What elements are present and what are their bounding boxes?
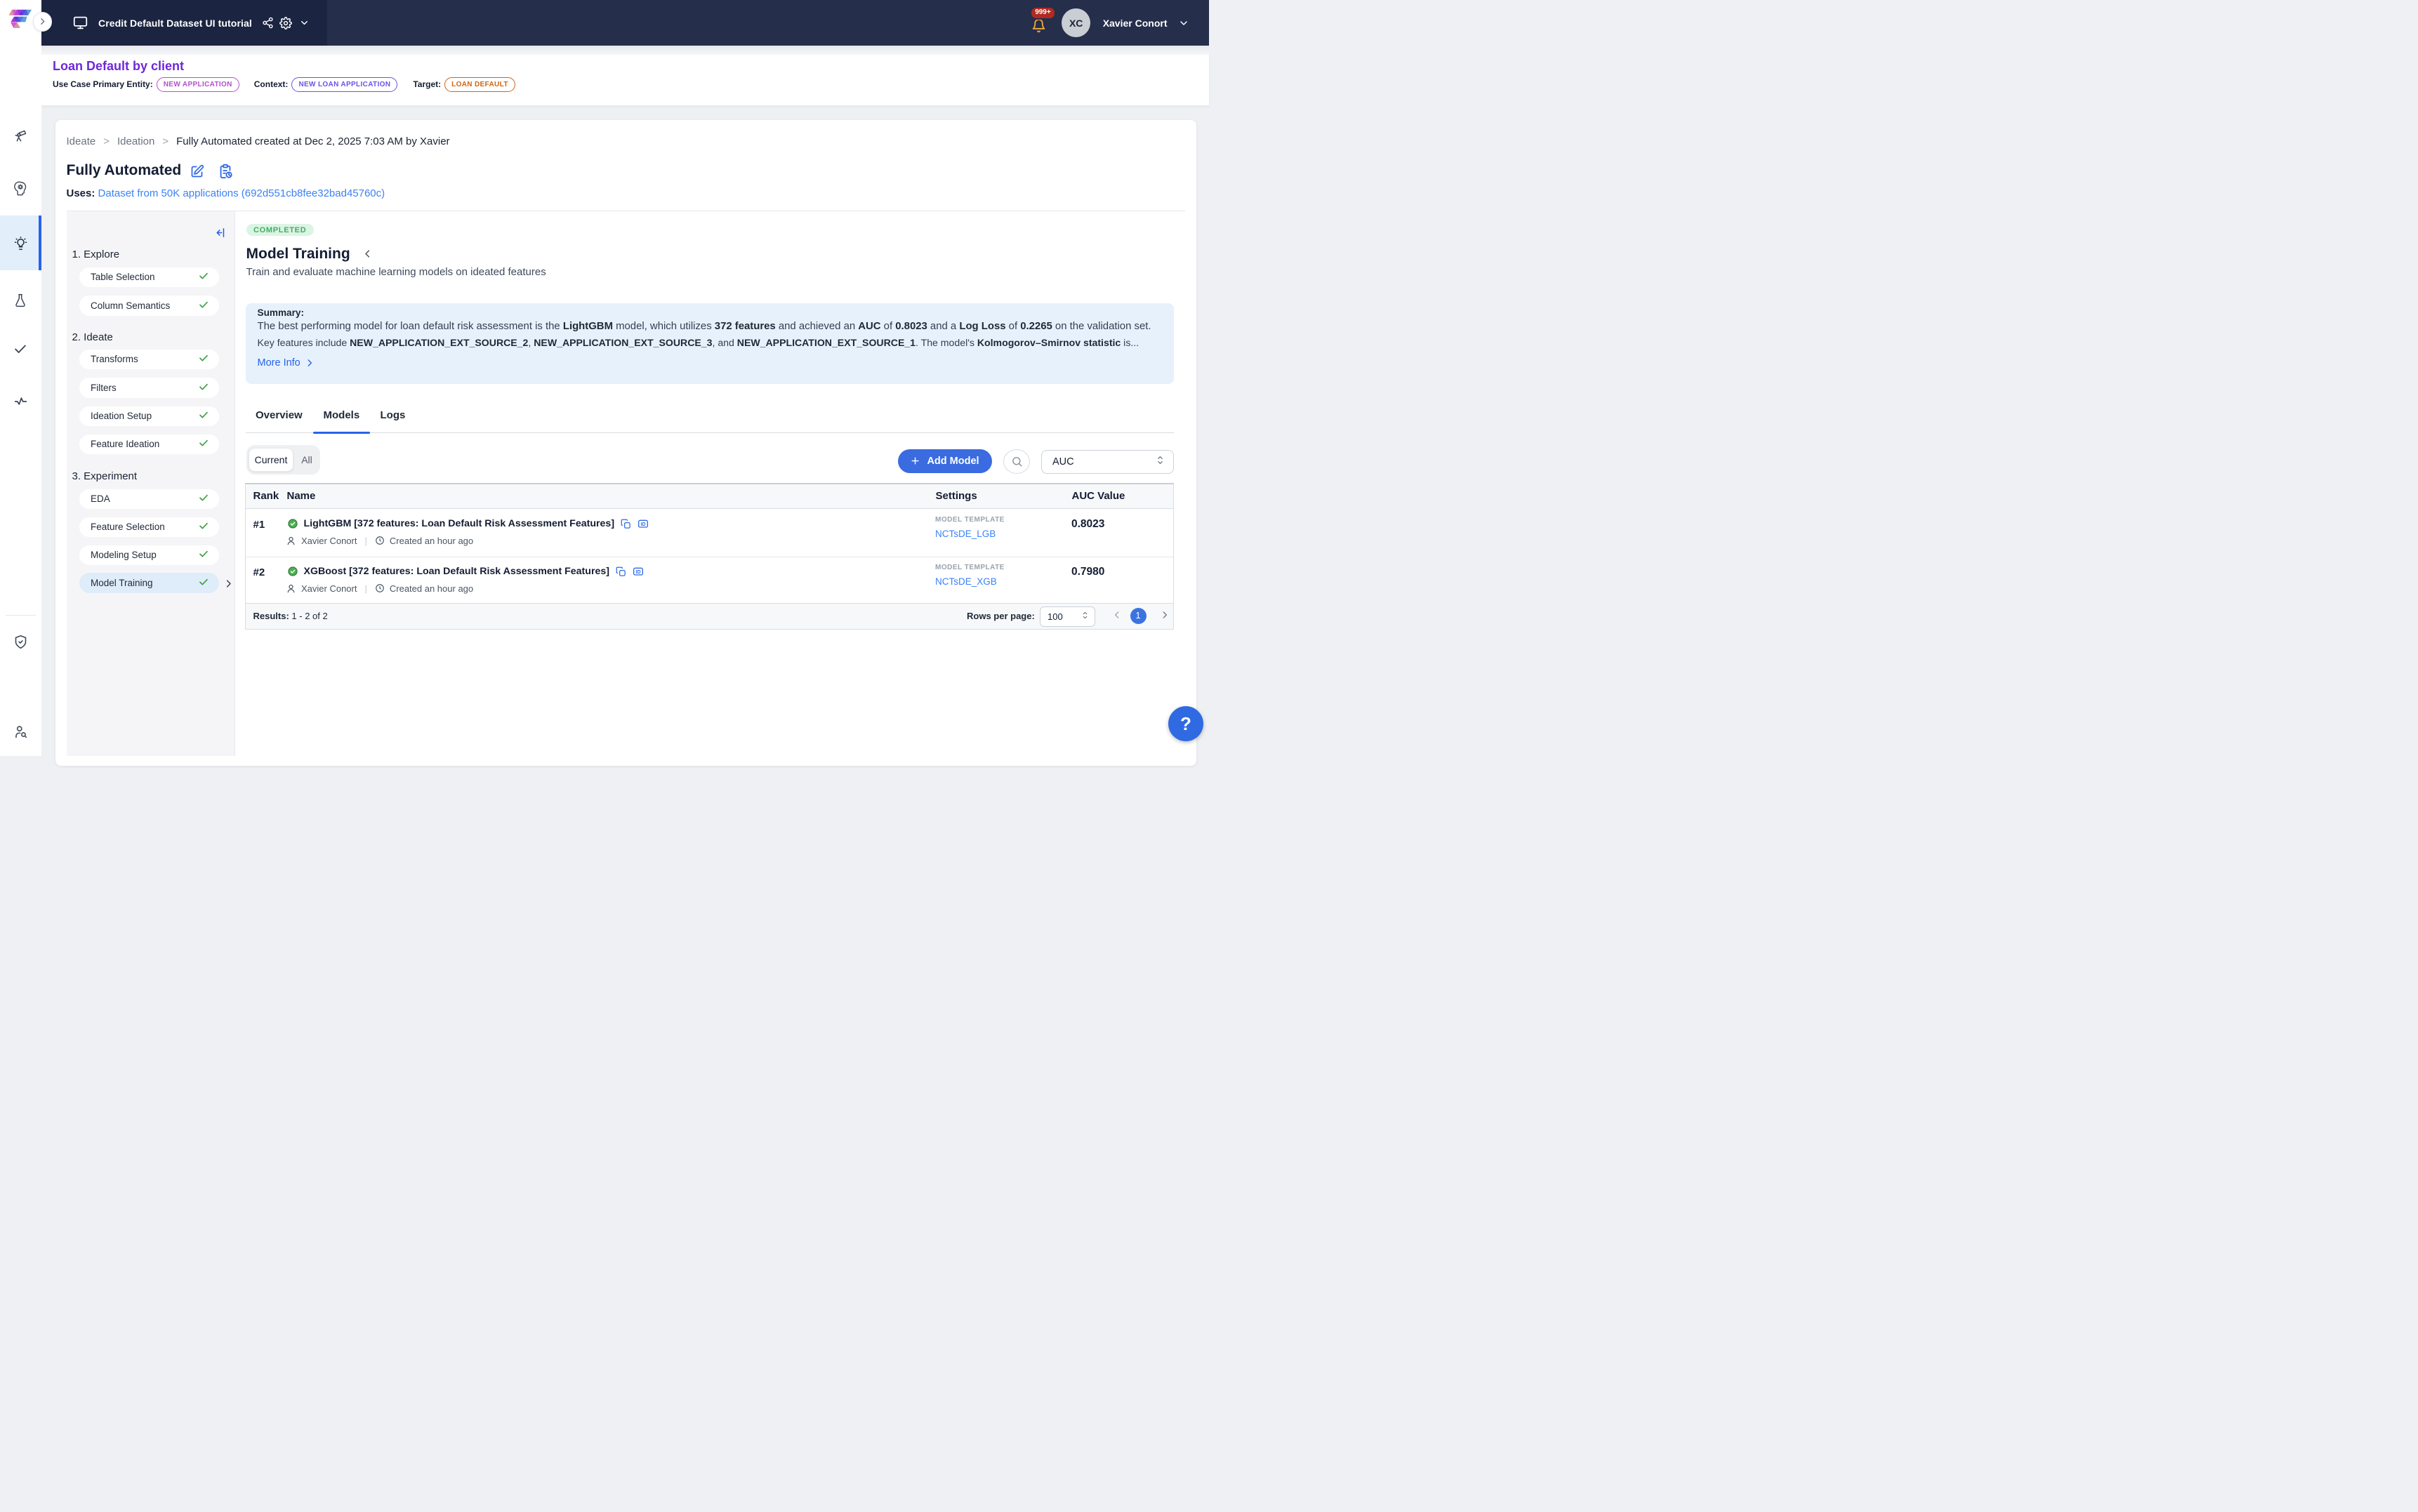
svg-text:ID: ID xyxy=(641,522,646,527)
svg-text:ID: ID xyxy=(635,570,640,575)
